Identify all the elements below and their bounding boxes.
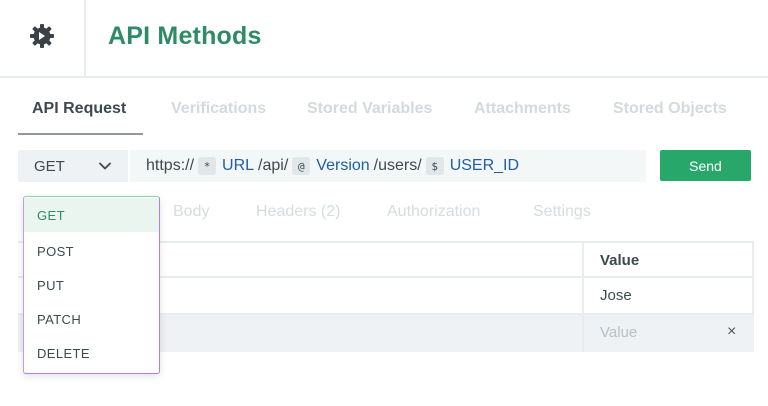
method-dropdown: GET POST PUT PATCH DELETE <box>23 196 160 374</box>
column-divider <box>582 278 584 313</box>
url-variable[interactable]: URL <box>222 157 254 175</box>
method-option-put[interactable]: PUT <box>24 268 159 302</box>
tab-stored-variables[interactable]: Stored Variables <box>307 100 432 118</box>
url-text: https:// <box>146 157 195 174</box>
tab-settings[interactable]: Settings <box>533 203 591 221</box>
column-divider <box>582 315 584 352</box>
variable-token: @ <box>292 157 311 175</box>
tab-stored-objects[interactable]: Stored Objects <box>613 100 727 118</box>
method-option-delete[interactable]: DELETE <box>24 336 159 370</box>
chevron-down-icon <box>98 159 112 177</box>
column-divider <box>582 243 584 276</box>
method-option-get[interactable]: GET <box>24 198 159 232</box>
page-title: API Methods <box>108 22 262 50</box>
method-option-post[interactable]: POST <box>24 234 159 268</box>
url-text: /api/ <box>258 157 289 174</box>
send-button[interactable]: Send <box>660 150 751 181</box>
value-column-header: Value <box>600 252 640 269</box>
url-text: /users/ <box>373 157 422 174</box>
app-header: API Methods <box>0 0 768 78</box>
url-variable[interactable]: Version <box>316 157 369 175</box>
close-icon[interactable]: × <box>727 323 736 341</box>
tab-api-request[interactable]: API Request <box>32 100 126 118</box>
main-tabs: API Request Verifications Stored Variabl… <box>18 96 758 136</box>
tab-body[interactable]: Body <box>173 203 209 221</box>
variable-token: * <box>198 157 217 175</box>
method-select-value: GET <box>34 157 65 175</box>
tab-attachments[interactable]: Attachments <box>474 100 571 118</box>
variable-token: $ <box>425 157 444 175</box>
tab-headers[interactable]: Headers (2) <box>256 203 340 221</box>
method-select[interactable]: GET <box>18 150 128 182</box>
value-cell[interactable]: Jose <box>600 287 632 304</box>
request-bar: GET https:// * URL /api/ @ Version /user… <box>18 150 646 182</box>
url-input[interactable]: https:// * URL /api/ @ Version /users/ $… <box>128 150 646 182</box>
method-option-patch[interactable]: PATCH <box>24 302 159 336</box>
url-variable[interactable]: USER_ID <box>450 157 519 175</box>
active-tab-indicator <box>18 133 143 135</box>
table-border <box>752 243 754 276</box>
gear-icon <box>28 22 56 55</box>
tab-verifications[interactable]: Verifications <box>171 100 266 118</box>
value-input[interactable]: Value <box>600 324 637 341</box>
settings-button[interactable] <box>0 0 86 76</box>
table-border <box>752 278 754 313</box>
tab-authorization[interactable]: Authorization <box>387 203 480 221</box>
